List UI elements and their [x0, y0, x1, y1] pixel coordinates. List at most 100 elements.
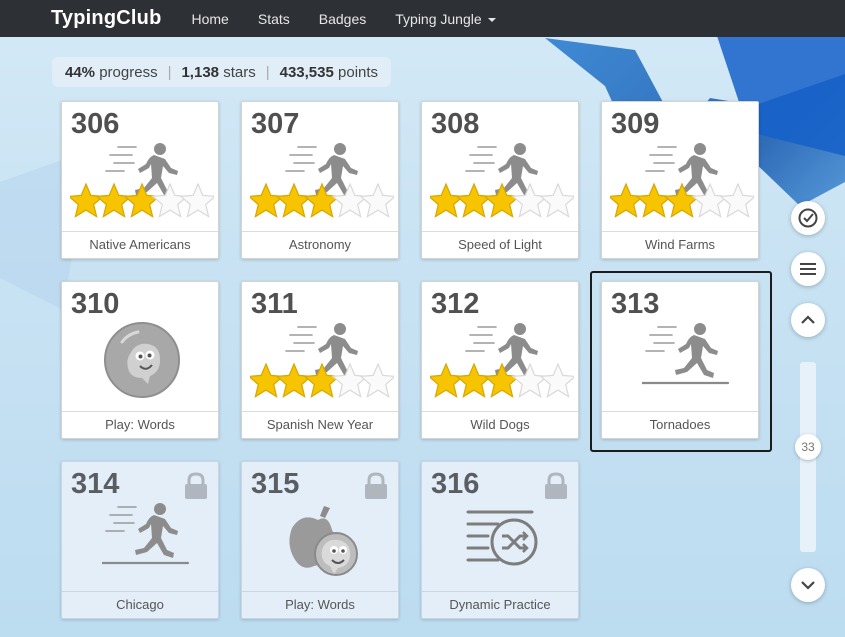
lesson-number: 312: [431, 288, 480, 320]
caret-down-icon: [487, 17, 496, 22]
scroll-up-button[interactable]: [791, 303, 825, 337]
star-filled-icon: [455, 362, 493, 398]
progress-value: 44%: [65, 63, 96, 81]
scroll-thumb[interactable]: 33: [795, 434, 821, 460]
divider: |: [265, 63, 270, 81]
star-rating: [430, 362, 574, 398]
star-empty-icon: [331, 182, 369, 218]
check-circle-button[interactable]: [791, 201, 825, 235]
lesson-card-314[interactable]: 314 Chicago: [61, 461, 219, 619]
star-empty-icon: [539, 182, 574, 218]
star-filled-icon: [70, 182, 105, 218]
lesson-card-316[interactable]: 316 Dynamic Practice: [421, 461, 579, 619]
chevron-up-icon: [801, 315, 815, 324]
lesson-title: Tornadoes: [602, 411, 758, 438]
game-apple-icon: [289, 506, 358, 576]
lesson-card-307[interactable]: 307 Astronomy: [241, 101, 399, 259]
menu-icon: [800, 263, 816, 275]
lesson-title: Speed of Light: [422, 231, 578, 258]
lesson-card-306[interactable]: 306 Native Americans: [61, 101, 219, 259]
star-filled-icon: [635, 182, 673, 218]
lesson-number: 315: [251, 468, 300, 500]
top-navbar: TypingClub Home Stats Badges Typing Jung…: [0, 0, 845, 37]
lesson-number: 310: [71, 288, 120, 320]
star-filled-icon: [663, 182, 701, 218]
lesson-number: 314: [71, 468, 120, 500]
star-rating: [430, 182, 574, 218]
star-filled-icon: [275, 362, 313, 398]
star-rating: [250, 182, 394, 218]
lesson-card-311[interactable]: 311 Spanish New Year: [241, 281, 399, 439]
lesson-title: Spanish New Year: [242, 411, 398, 438]
star-filled-icon: [610, 182, 645, 218]
lesson-number: 308: [431, 108, 480, 140]
star-filled-icon: [303, 182, 341, 218]
lesson-number: 307: [251, 108, 300, 140]
star-rating: [610, 182, 754, 218]
nav-typing-jungle[interactable]: Typing Jungle: [395, 10, 496, 27]
divider: |: [167, 63, 172, 81]
points-value: 433,535: [279, 63, 334, 81]
lesson-title: Chicago: [62, 591, 218, 618]
lesson-card-309[interactable]: 309 Wind Farms: [601, 101, 759, 259]
runner-icon: [642, 323, 730, 385]
lesson-title: Wind Farms: [602, 231, 758, 258]
lesson-number: 309: [611, 108, 660, 140]
progress-summary: 44% progress | 1,138 stars | 433,535 poi…: [52, 57, 392, 87]
lesson-title: Dynamic Practice: [422, 591, 578, 618]
lesson-card-312[interactable]: 312 Wild Dogs: [421, 281, 579, 439]
lesson-number: 311: [251, 288, 298, 320]
nav-badges[interactable]: Badges: [319, 11, 366, 27]
star-filled-icon: [303, 362, 341, 398]
lesson-number: 306: [71, 108, 120, 140]
star-filled-icon: [250, 182, 285, 218]
star-rating: [70, 182, 214, 218]
lock-icon: [185, 472, 207, 499]
star-empty-icon: [539, 362, 574, 398]
star-filled-icon: [483, 182, 521, 218]
runner-icon: [102, 503, 190, 565]
stars-value: 1,138: [181, 63, 220, 81]
check-circle-icon: [798, 208, 818, 228]
star-filled-icon: [123, 182, 161, 218]
star-empty-icon: [719, 182, 754, 218]
star-filled-icon: [430, 182, 465, 218]
lesson-number: 316: [431, 468, 480, 500]
app-logo[interactable]: TypingClub: [51, 7, 162, 30]
lesson-title: Native Americans: [62, 231, 218, 258]
lesson-title: Astronomy: [242, 231, 398, 258]
lesson-title: Play: Words: [242, 591, 398, 618]
lesson-card-308[interactable]: 308 Speed of Light: [421, 101, 579, 259]
star-filled-icon: [275, 182, 313, 218]
progress-label: progress: [99, 63, 158, 81]
star-filled-icon: [430, 362, 465, 398]
star-empty-icon: [511, 362, 549, 398]
lesson-card-313[interactable]: 313 Tornadoes: [601, 281, 759, 439]
star-rating: [250, 362, 394, 398]
lock-icon: [365, 472, 387, 499]
nav-typing-jungle-label: Typing Jungle: [395, 10, 482, 27]
star-filled-icon: [95, 182, 133, 218]
lesson-card-315[interactable]: 315 Play: Words: [241, 461, 399, 619]
star-filled-icon: [455, 182, 493, 218]
star-empty-icon: [691, 182, 729, 218]
lesson-number: 313: [611, 288, 660, 320]
star-filled-icon: [483, 362, 521, 398]
shuffle-list-icon: [466, 510, 538, 566]
menu-button[interactable]: [791, 252, 825, 286]
chevron-down-icon: [801, 581, 815, 590]
scroll-down-button[interactable]: [791, 568, 825, 602]
star-filled-icon: [250, 362, 285, 398]
star-empty-icon: [331, 362, 369, 398]
lesson-title: Wild Dogs: [422, 411, 578, 438]
star-empty-icon: [151, 182, 189, 218]
star-empty-icon: [359, 362, 394, 398]
stars-label: stars: [223, 63, 256, 81]
lock-icon: [545, 472, 567, 499]
points-label: points: [338, 63, 379, 81]
star-empty-icon: [179, 182, 214, 218]
nav-home[interactable]: Home: [192, 11, 229, 27]
nav-stats[interactable]: Stats: [258, 11, 290, 27]
lesson-card-310[interactable]: 310 Play: Words: [61, 281, 219, 439]
star-empty-icon: [511, 182, 549, 218]
